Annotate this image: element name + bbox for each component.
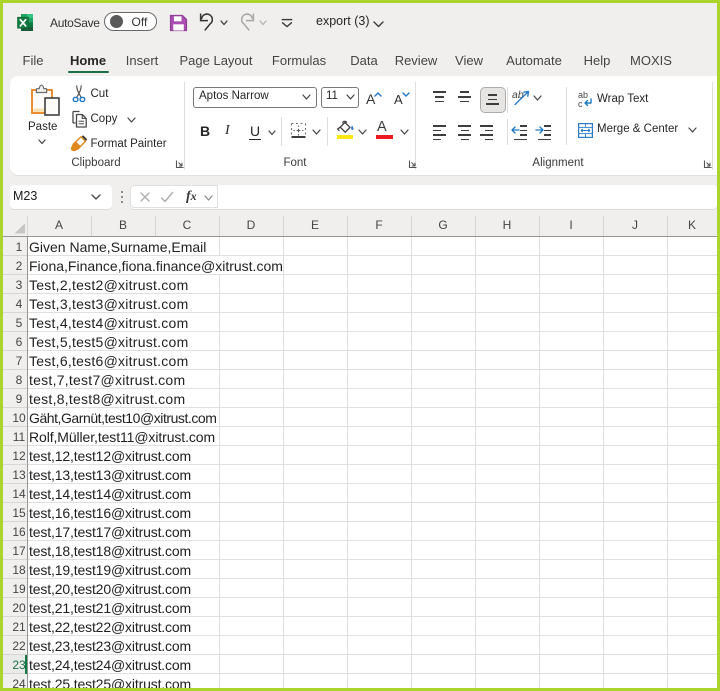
svg-text:c: c — [578, 99, 583, 108]
svg-text:ab: ab — [512, 89, 524, 101]
